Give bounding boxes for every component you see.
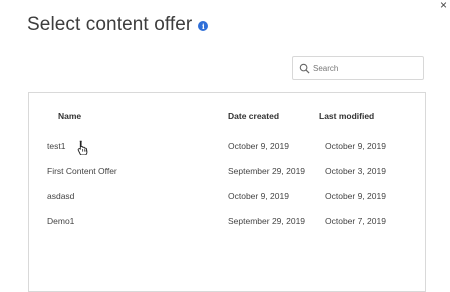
row-name: asdasd xyxy=(47,191,75,201)
search-icon xyxy=(299,63,310,74)
row-name: Demo1 xyxy=(47,216,75,226)
dialog-title-text: Select content offer xyxy=(27,14,193,35)
column-header-date-created[interactable]: Date created xyxy=(228,111,279,121)
close-icon[interactable]: × xyxy=(440,0,447,11)
row-last-modified: October 9, 2019 xyxy=(325,141,386,151)
dialog-title: Select content offer i xyxy=(27,14,209,36)
row-date-created: October 9, 2019 xyxy=(228,141,289,151)
row-date-created: September 29, 2019 xyxy=(228,216,306,226)
table-row[interactable]: asdasd October 9, 2019 October 9, 2019 xyxy=(29,183,425,208)
row-date-created: September 29, 2019 xyxy=(228,166,306,176)
row-name: test1 xyxy=(47,141,66,151)
row-name: First Content Offer xyxy=(47,166,117,176)
table-row[interactable]: First Content Offer September 29, 2019 O… xyxy=(29,158,425,183)
info-icon[interactable]: i xyxy=(198,21,209,31)
column-header-last-modified[interactable]: Last modified xyxy=(319,111,374,121)
table-header: Name Date created Last modified xyxy=(29,103,425,128)
column-header-name[interactable]: Name xyxy=(58,111,81,121)
search-field[interactable] xyxy=(292,56,424,80)
search-input[interactable] xyxy=(313,63,413,73)
hand-pointer-icon xyxy=(77,140,88,155)
row-last-modified: October 7, 2019 xyxy=(325,216,386,226)
row-last-modified: October 9, 2019 xyxy=(325,191,386,201)
table-row[interactable]: Demo1 September 29, 2019 October 7, 2019 xyxy=(29,208,425,233)
row-date-created: October 9, 2019 xyxy=(228,191,289,201)
content-offer-table: Name Date created Last modified test1 Oc… xyxy=(28,92,426,292)
row-last-modified: October 3, 2019 xyxy=(325,166,386,176)
